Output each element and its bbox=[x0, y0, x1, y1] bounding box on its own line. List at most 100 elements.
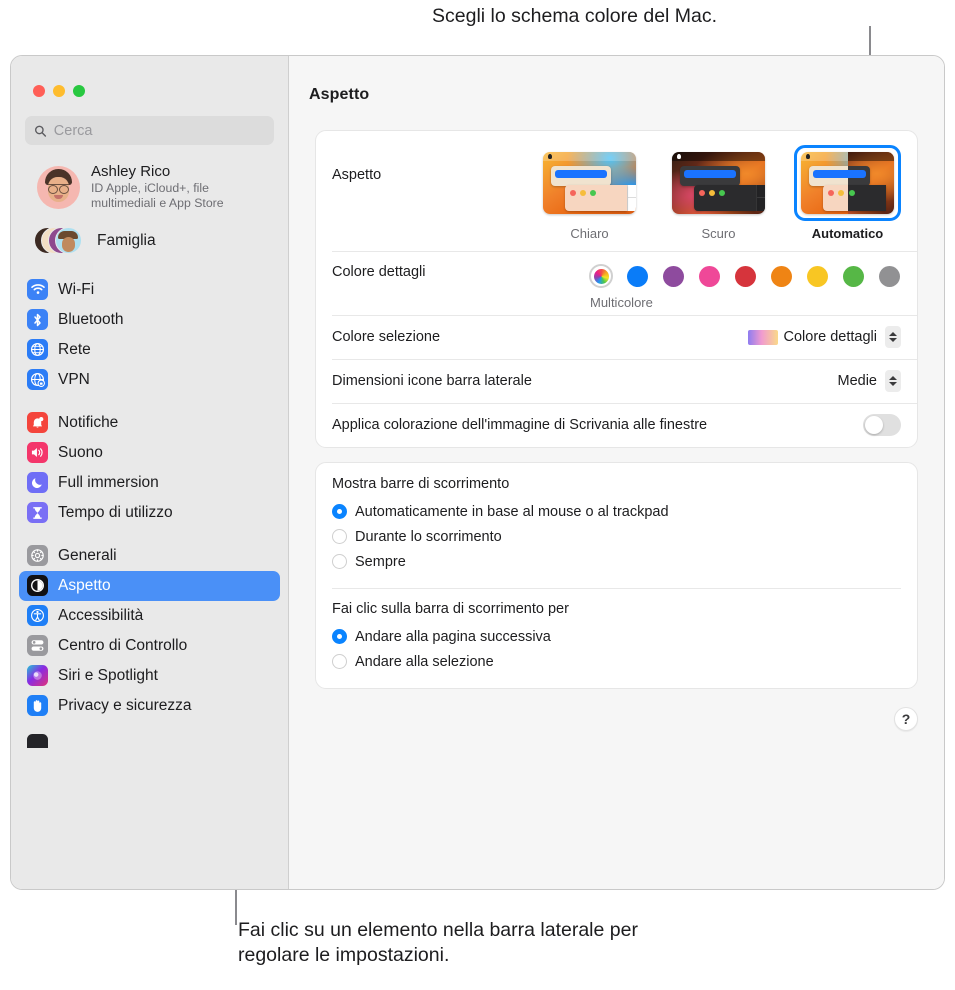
sidebar-item-label: Accessibilità bbox=[58, 606, 144, 624]
close-button[interactable] bbox=[33, 85, 45, 97]
chevron-updown-icon[interactable] bbox=[885, 326, 901, 348]
theme-thumbnail-light bbox=[543, 152, 636, 214]
radio-label: Andare alla selezione bbox=[355, 653, 494, 670]
bluetooth-icon bbox=[27, 309, 48, 331]
theme-options: Chiaro Scuro Automatico bbox=[536, 145, 901, 241]
sidebar-item-label: Generali bbox=[58, 546, 117, 564]
hourglass-icon bbox=[27, 502, 48, 524]
account-name: Ashley Rico bbox=[91, 163, 171, 180]
search-box[interactable] bbox=[25, 116, 274, 145]
network-globe-icon bbox=[27, 339, 48, 361]
speaker-icon bbox=[27, 442, 48, 464]
sidebar-item-focus[interactable]: Full immersion bbox=[19, 468, 280, 498]
sidebar-item-privacy-security[interactable]: Privacy e sicurezza bbox=[19, 691, 280, 721]
sidebar-item-wifi[interactable]: Wi-Fi bbox=[19, 275, 280, 305]
theme-option-dark[interactable]: Scuro bbox=[665, 145, 772, 241]
account-subtitle: ID Apple, iCloud+, file multimediali e A… bbox=[91, 181, 224, 211]
search-input[interactable] bbox=[53, 122, 265, 139]
theme-thumb-wrap-dark[interactable] bbox=[665, 145, 772, 221]
window-controls bbox=[11, 56, 288, 97]
sidebar-icon-size-popup[interactable]: Medie bbox=[838, 370, 901, 392]
sidebar-item-apple-account[interactable]: Ashley Rico ID Apple, iCloud+, file mult… bbox=[19, 157, 280, 216]
wallpaper-tinting-label: Applica colorazione dell'immagine di Scr… bbox=[332, 417, 708, 433]
sidebar-item-control-center[interactable]: Centro di Controllo bbox=[19, 631, 280, 661]
desktop-dock-icon bbox=[27, 733, 48, 748]
search-icon bbox=[34, 125, 47, 137]
sidebar-item-label: Rete bbox=[58, 340, 91, 358]
accent-swatch-purple[interactable] bbox=[661, 264, 685, 288]
hand-privacy-icon bbox=[27, 695, 48, 717]
accent-swatch-red[interactable] bbox=[733, 264, 757, 288]
radio-scrollbars-auto[interactable]: Automaticamente in base al mouse o al tr… bbox=[332, 499, 901, 524]
appearance-theme-row: Aspetto Chiaro Scuro Automatico bbox=[316, 131, 917, 251]
theme-option-auto[interactable]: Automatico bbox=[794, 145, 901, 241]
theme-thumb-wrap-light[interactable] bbox=[536, 145, 643, 221]
sidebar-item-label: Aspetto bbox=[58, 576, 111, 594]
wallpaper-tinting-toggle[interactable] bbox=[863, 414, 901, 436]
radio-button[interactable] bbox=[332, 654, 347, 669]
moon-icon bbox=[27, 472, 48, 494]
radio-label: Sempre bbox=[355, 553, 406, 570]
appearance-icon bbox=[27, 575, 48, 597]
sidebar-item-siri-spotlight[interactable]: Siri e Spotlight bbox=[19, 661, 280, 691]
radio-button[interactable] bbox=[332, 554, 347, 569]
callout-top-text: Scegli lo schema colore del Mac. bbox=[432, 5, 718, 27]
sidebar-item-screen-time[interactable]: Tempo di utilizzo bbox=[19, 498, 280, 528]
radio-scrollbars-when-scrolling[interactable]: Durante lo scorrimento bbox=[332, 524, 901, 549]
sidebar-item-label: Wi-Fi bbox=[58, 280, 95, 298]
sidebar-item-partial[interactable] bbox=[19, 733, 280, 748]
sidebar-item-bluetooth[interactable]: Bluetooth bbox=[19, 305, 280, 335]
accent-swatch-green[interactable] bbox=[841, 264, 865, 288]
radio-jump-next-page[interactable]: Andare alla pagina successiva bbox=[332, 624, 901, 649]
sidebar-item-general[interactable]: Generali bbox=[19, 541, 280, 571]
settings-content: Aspetto Chiaro Scuro Automatico Colore d… bbox=[289, 104, 944, 703]
theme-option-light[interactable]: Chiaro bbox=[536, 145, 643, 241]
sidebar-item-accessibility[interactable]: Accessibilità bbox=[19, 601, 280, 631]
sidebar-icon-size-row: Dimensioni icone barra laterale Medie bbox=[316, 359, 917, 403]
highlight-color-row: Colore selezione Colore dettagli bbox=[316, 315, 917, 359]
accent-swatch-gray[interactable] bbox=[877, 264, 901, 288]
sidebar-scroll-area[interactable]: Ashley Rico ID Apple, iCloud+, file mult… bbox=[11, 145, 288, 889]
show-scrollbars-group: Mostra barre di scorrimento Automaticame… bbox=[316, 463, 917, 588]
radio-scrollbars-always[interactable]: Sempre bbox=[332, 549, 901, 574]
page-title: Aspetto bbox=[309, 86, 370, 103]
theme-label-dark: Scuro bbox=[701, 226, 736, 241]
click-scrollbar-title: Fai clic sulla barra di scorrimento per bbox=[332, 601, 569, 617]
radio-button[interactable] bbox=[332, 529, 347, 544]
sidebar-item-appearance[interactable]: Aspetto bbox=[19, 570, 280, 601]
sidebar-item-vpn[interactable]: VPN bbox=[19, 365, 280, 395]
sidebar-item-network[interactable]: Rete bbox=[19, 335, 280, 365]
accent-swatch-blue[interactable] bbox=[625, 264, 649, 288]
theme-thumbnail-auto bbox=[801, 152, 894, 214]
help-icon[interactable]: ? bbox=[894, 707, 918, 731]
radio-jump-to-selection[interactable]: Andare alla selezione bbox=[332, 649, 901, 674]
radio-button[interactable] bbox=[332, 629, 347, 644]
sidebar-item-label: VPN bbox=[58, 370, 90, 388]
theme-thumb-wrap-auto[interactable] bbox=[794, 145, 901, 221]
radio-button[interactable] bbox=[332, 504, 347, 519]
accent-swatch-orange[interactable] bbox=[769, 264, 793, 288]
minimize-button[interactable] bbox=[53, 85, 65, 97]
radio-label: Durante lo scorrimento bbox=[355, 528, 502, 545]
accent-color-row: Colore dettagli Multicolore bbox=[316, 251, 917, 315]
highlight-color-label: Colore selezione bbox=[332, 329, 441, 345]
chevron-updown-icon[interactable] bbox=[885, 370, 901, 392]
accent-swatch-pink[interactable] bbox=[697, 264, 721, 288]
sidebar: Ashley Rico ID Apple, iCloud+, file mult… bbox=[11, 56, 289, 889]
highlight-color-value: Colore dettagli bbox=[783, 329, 878, 345]
sidebar-item-sound[interactable]: Suono bbox=[19, 438, 280, 468]
sidebar-item-label: Notifiche bbox=[58, 413, 119, 431]
zoom-button[interactable] bbox=[73, 85, 85, 97]
accent-swatch-yellow[interactable] bbox=[805, 264, 829, 288]
highlight-color-popup[interactable]: Colore dettagli bbox=[747, 326, 901, 348]
appearance-label: Aspetto bbox=[332, 167, 382, 183]
accent-swatch-multicolor[interactable] bbox=[589, 264, 613, 288]
search-container bbox=[11, 97, 288, 145]
sidebar-item-family[interactable]: Famiglia bbox=[19, 220, 280, 262]
show-scrollbars-title: Mostra barre di scorrimento bbox=[332, 476, 510, 492]
memoji-avatar bbox=[37, 165, 80, 209]
sidebar-item-notifications[interactable]: Notifiche bbox=[19, 408, 280, 438]
help-container: ? bbox=[289, 703, 944, 731]
sidebar-item-label: Centro di Controllo bbox=[58, 636, 188, 654]
family-avatars-icon bbox=[34, 225, 84, 257]
